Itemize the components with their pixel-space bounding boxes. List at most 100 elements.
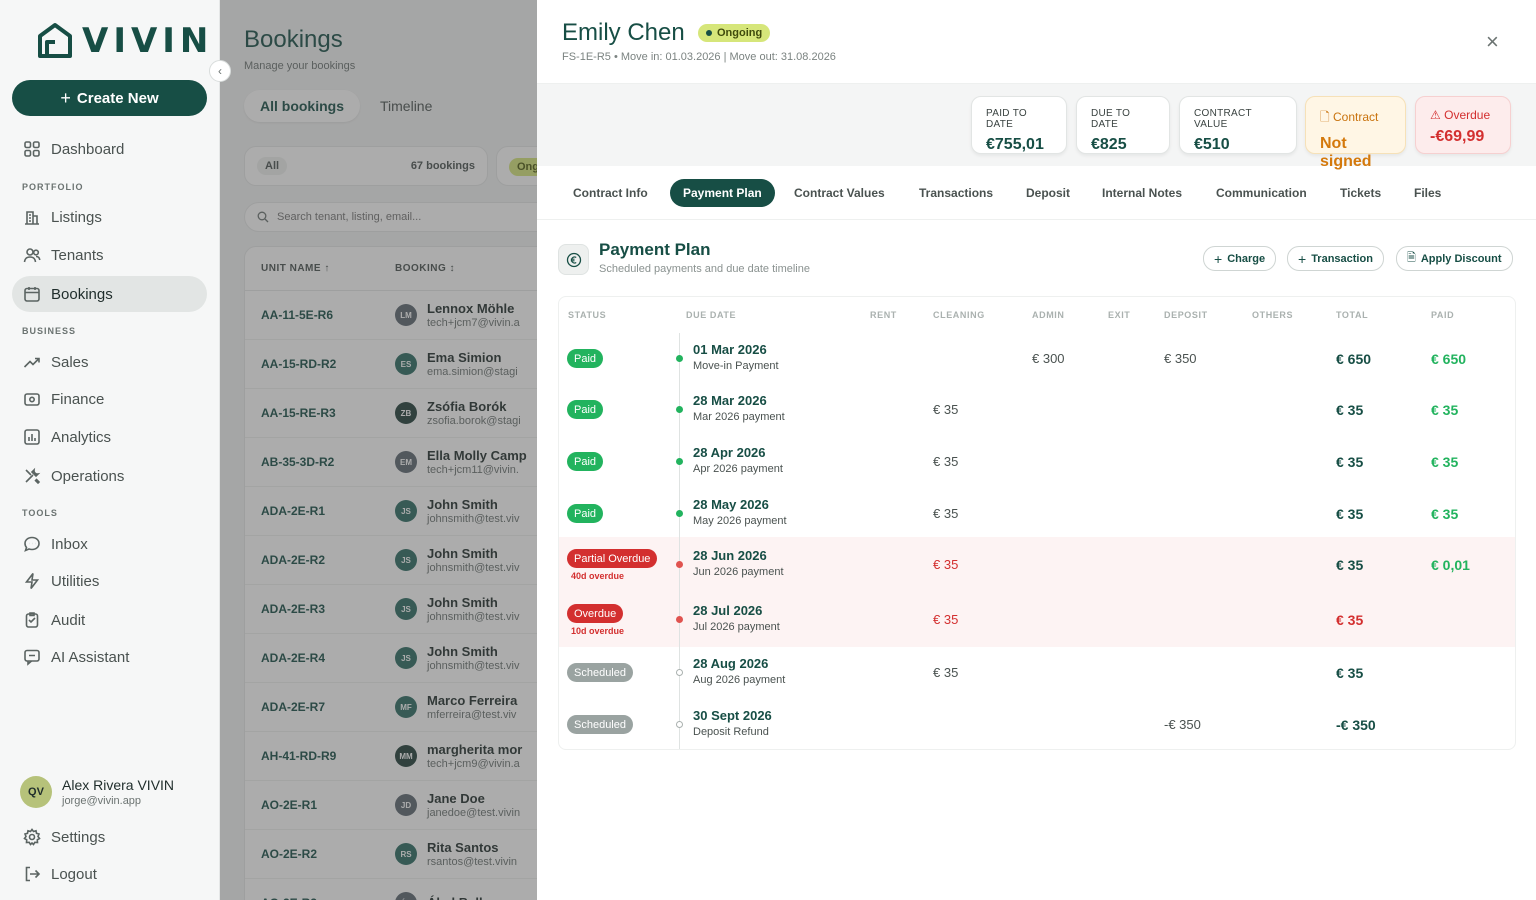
lightning-icon: [24, 573, 40, 589]
payment-row[interactable]: Paid 01 Mar 2026 Move-in Payment € 300 € 350…: [559, 333, 1515, 384]
contract-status-label: 🗋 Contract: [1320, 108, 1391, 129]
total-amount: € 35: [1336, 506, 1364, 522]
payment-row[interactable]: Paid 28 May 2026 May 2026 payment € 35 € 35 €…: [559, 488, 1515, 540]
payment-plan-title: Payment Plan: [599, 240, 711, 259]
euro-circle-icon: [558, 244, 589, 275]
section-portfolio: PORTFOLIO: [22, 182, 84, 192]
due-to-date-label: DUE TO DATE: [1091, 108, 1131, 130]
sidebar-item-analytics[interactable]: Analytics: [12, 419, 207, 455]
total-amount: € 35: [1336, 557, 1364, 573]
close-icon[interactable]: ×: [1486, 31, 1499, 53]
user-name: Alex Rivera VIVIN: [62, 777, 175, 793]
cleaning-amount: € 35: [933, 402, 959, 417]
status-badge: Scheduled: [567, 715, 633, 734]
col-admin: ADMIN: [1032, 310, 1065, 320]
chevron-left-icon: ‹: [218, 64, 222, 78]
sidebar-item-operations[interactable]: Operations: [12, 458, 207, 494]
contract-value-card: CONTRACT VALUE €510: [1179, 96, 1297, 154]
users-icon: [23, 248, 41, 263]
apply-discount-button[interactable]: 🗎 Apply Discount: [1396, 246, 1513, 271]
plus-icon: +: [1298, 250, 1307, 267]
tab-payment-plan[interactable]: Payment Plan: [670, 179, 775, 207]
payment-row[interactable]: Scheduled 28 Aug 2026 Aug 2026 payment € 35…: [559, 647, 1515, 699]
tab-deposit[interactable]: Deposit: [1013, 179, 1083, 207]
user-avatar: QV: [20, 776, 52, 808]
sidebar-item-tenants[interactable]: Tenants: [12, 237, 207, 273]
due-to-date-value: €825: [1091, 136, 1127, 153]
transaction-button[interactable]: + Transaction: [1287, 246, 1384, 271]
due-date: 30 Sept 2026: [693, 708, 772, 723]
sidebar-item-label: AI Assistant: [51, 648, 130, 666]
sidebar-item-label: Tenants: [51, 246, 104, 264]
timeline-dot: [676, 406, 683, 413]
tab-contract-info[interactable]: Contract Info: [560, 179, 661, 207]
sidebar-item-dashboard[interactable]: Dashboard: [12, 131, 207, 167]
total-amount: € 650: [1336, 351, 1372, 367]
booking-meta: FS-1E-R5 • Move in: 01.03.2026 | Move ou…: [562, 51, 836, 63]
status-badge: Paid: [567, 504, 604, 523]
user-profile[interactable]: QV Alex Rivera VIVIN jorge@vivin.app: [20, 776, 174, 808]
tab-internal-notes[interactable]: Internal Notes: [1089, 179, 1195, 207]
assistant-chat-icon: [24, 649, 40, 666]
vivin-logo[interactable]: VIVIN: [36, 22, 213, 60]
sidebar-item-sales[interactable]: Sales: [12, 344, 207, 380]
clipboard-icon: [25, 612, 39, 628]
admin-amount: € 300: [1032, 351, 1065, 366]
overdue-days: 40d overdue: [571, 571, 625, 581]
sidebar-item-label: Finance: [51, 390, 105, 408]
col-total: TOTAL: [1336, 310, 1369, 320]
tab-files[interactable]: Files: [1401, 179, 1454, 207]
status-badge: Partial Overdue: [567, 549, 658, 568]
contract-status-card[interactable]: 🗋 Contract Not signed: [1305, 96, 1406, 170]
sidebar-item-audit[interactable]: Audit: [12, 602, 207, 638]
col-due-date: DUE DATE: [686, 310, 737, 320]
timeline-dot: [676, 458, 683, 465]
sidebar-item-logout[interactable]: Logout: [12, 856, 207, 892]
payment-plan-header: STATUS DUE DATE RENT CLEANING ADMIN EXIT…: [559, 297, 1515, 333]
overdue-label-text: Overdue: [1444, 108, 1491, 122]
paid-amount: € 35: [1431, 506, 1459, 522]
status-label: Ongoing: [717, 27, 763, 39]
charge-button[interactable]: + Charge: [1203, 246, 1277, 271]
tab-contract-values[interactable]: Contract Values: [781, 179, 898, 207]
sidebar-item-settings[interactable]: Settings: [12, 819, 207, 855]
paid-amount: € 0,01: [1431, 557, 1470, 573]
payment-row[interactable]: Scheduled 30 Sept 2026 Deposit Refund -€ 35…: [559, 699, 1515, 749]
tab-tickets[interactable]: Tickets: [1327, 179, 1394, 207]
section-tools: TOOLS: [22, 508, 58, 518]
payment-plan-subtitle: Scheduled payments and due date timeline: [599, 263, 810, 275]
cleaning-amount: € 35: [933, 506, 959, 521]
overdue-days: 10d overdue: [571, 626, 625, 636]
user-email: jorge@vivin.app: [62, 795, 142, 807]
sidebar-item-finance[interactable]: Finance: [12, 381, 207, 417]
payment-row[interactable]: Paid 28 Mar 2026 Mar 2026 payment € 35 € 35 €…: [559, 384, 1515, 436]
sidebar-item-label: Logout: [51, 865, 97, 883]
sidebar-item-inbox[interactable]: Inbox: [12, 526, 207, 562]
tab-transactions[interactable]: Transactions: [906, 179, 1006, 207]
create-new-button[interactable]: + Create New: [12, 80, 207, 116]
sidebar-item-utilities[interactable]: Utilities: [12, 563, 207, 599]
payment-row[interactable]: Paid 28 Apr 2026 Apr 2026 payment € 35 € 35 €…: [559, 436, 1515, 488]
booking-detail-drawer: Emily Chen Ongoing FS-1E-R5 • Move in: 0…: [537, 0, 1536, 900]
sidebar-item-bookings[interactable]: Bookings: [12, 276, 207, 312]
timeline-dot: [676, 616, 683, 623]
building-icon: [25, 211, 39, 225]
payment-row[interactable]: Partial Overdue 40d overdue 28 Jun 2026 Jun…: [559, 537, 1515, 592]
drawer-header: Emily Chen Ongoing FS-1E-R5 • Move in: 0…: [537, 0, 1536, 84]
section-business: BUSINESS: [22, 326, 77, 336]
overdue-card[interactable]: ⚠ Overdue -€69,99: [1415, 96, 1511, 154]
collapse-sidebar-button[interactable]: ‹: [209, 60, 231, 82]
total-amount: € 35: [1336, 402, 1364, 418]
payment-row[interactable]: Overdue 10d overdue 28 Jul 2026 Jul 2026 pa…: [559, 592, 1515, 647]
contract-label-text: Contract: [1333, 110, 1379, 124]
status-badge: Paid: [567, 400, 604, 419]
sidebar-item-listings[interactable]: Listings: [12, 199, 207, 235]
plus-icon: +: [60, 87, 71, 108]
col-status: STATUS: [568, 310, 607, 320]
due-to-date-card: DUE TO DATE €825: [1076, 96, 1170, 154]
sidebar-item-ai-assistant[interactable]: AI Assistant: [12, 639, 207, 675]
col-cleaning: CLEANING: [933, 310, 985, 320]
tab-communication[interactable]: Communication: [1203, 179, 1320, 207]
col-deposit: DEPOSIT: [1164, 310, 1208, 320]
sidebar-item-label: Operations: [51, 467, 125, 485]
